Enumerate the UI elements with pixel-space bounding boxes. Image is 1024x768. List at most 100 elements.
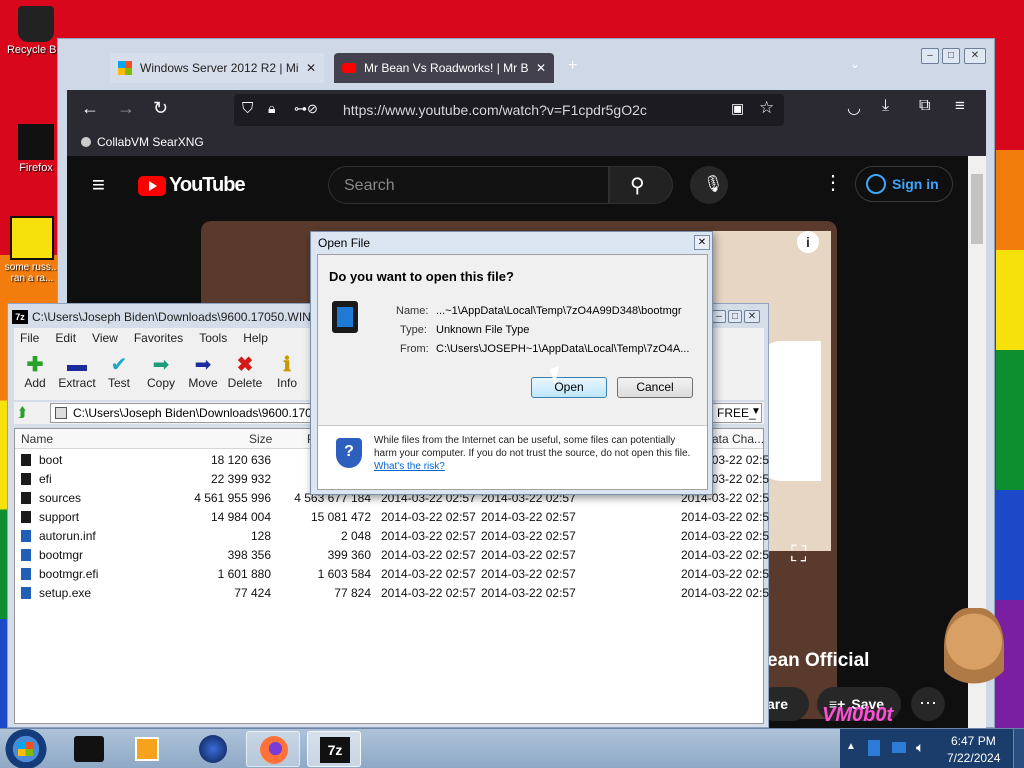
cell-size: 22 399 932 — [210, 472, 271, 486]
taskbar-browser-blue[interactable] — [186, 731, 240, 767]
toolbar-label: Move — [188, 376, 218, 390]
open-button[interactable]: Open — [531, 377, 607, 398]
more-actions-button[interactable]: ⋯ — [911, 687, 945, 721]
taskbar-7zip[interactable]: 7z — [307, 731, 361, 767]
network-tray-icon[interactable] — [868, 740, 880, 756]
dialog-close-button[interactable]: ✕ — [694, 235, 710, 250]
desktop-icon-file[interactable]: some russ... ran a ra... — [0, 216, 64, 284]
menu-favorites[interactable]: Favorites — [134, 331, 183, 345]
back-arrow-icon[interactable]: ← — [81, 98, 99, 119]
tab-list-chevron-icon[interactable]: ⌄ — [850, 57, 860, 71]
lock-icon[interactable]: 🔒︎ — [268, 100, 275, 117]
table-row[interactable]: bootmgr 398 356 399 360 2014-03-22 02:57 201… — [15, 546, 769, 565]
file-icon — [21, 587, 31, 599]
download-icon[interactable]: ⤓ — [882, 97, 889, 115]
menu-view[interactable]: View — [92, 331, 118, 345]
volume-tray-icon[interactable]: 🔈︎ — [916, 739, 924, 756]
minimize-button[interactable]: – — [921, 48, 939, 64]
tab-close-icon[interactable]: ✕ — [536, 61, 546, 75]
menu-edit[interactable]: Edit — [55, 331, 76, 345]
name-label: Name: — [396, 305, 429, 317]
add-button[interactable]: ✚ Add — [14, 348, 56, 400]
tab-mr-bean[interactable]: Mr Bean Vs Roadworks! | Mr Be ✕ — [334, 53, 554, 83]
channel-name[interactable]: ean Official — [767, 650, 869, 672]
cell-size: 18 120 636 — [210, 453, 271, 467]
dialog-body: Do you want to open this file? Name: ...… — [317, 254, 708, 490]
minus-icon: ▬ — [67, 354, 87, 376]
show-desktop-button[interactable] — [1013, 729, 1024, 768]
from-value: C:\Users\JOSEPH~1\AppData\Local\Temp\7zO… — [436, 343, 690, 355]
info-icon[interactable]: i — [797, 231, 819, 253]
url-text[interactable]: https://www.youtube.com/watch?v=F1cpdr5g… — [343, 102, 647, 118]
menu-file[interactable]: File — [20, 331, 39, 345]
youtube-search-button[interactable]: ⚲ — [609, 166, 673, 204]
sign-in-button[interactable]: Sign in — [855, 166, 953, 202]
table-row[interactable]: support 14 984 004 15 081 472 2014-03-22 02… — [15, 508, 769, 527]
info-button[interactable]: ℹ Info — [266, 348, 308, 400]
table-row[interactable]: autorun.inf 128 2 048 2014-03-22 02:57 2014-… — [15, 527, 769, 546]
cancel-button[interactable]: Cancel — [617, 377, 693, 398]
clock-date[interactable]: 7/22/2024 — [947, 751, 1000, 765]
fullscreen-icon[interactable]: ⛶ — [791, 541, 806, 567]
tab-windows-server[interactable]: Windows Server 2012 R2 | Micro ✕ — [110, 53, 324, 83]
cell-modified: 2014-03-22 02:57 — [381, 510, 476, 524]
tab-close-icon[interactable]: ✕ — [306, 61, 316, 75]
copy-button[interactable]: ➡ Copy — [140, 348, 182, 400]
youtube-search-box[interactable]: Search — [328, 166, 609, 204]
taskbar-server-manager[interactable] — [62, 731, 116, 767]
cell-created: 2014-03-22 02:5 — [681, 548, 770, 562]
delete-button[interactable]: ✖ Delete — [224, 348, 266, 400]
table-row[interactable]: setup.exe 77 424 77 824 2014-03-22 02:57 201… — [15, 584, 769, 603]
url-bar[interactable]: ⛉ 🔒︎ ⊶⊘ https://www.youtube.com/watch?v=… — [234, 94, 784, 126]
pocket-icon[interactable]: ◡ — [847, 98, 861, 118]
voice-search-button[interactable]: 🎙︎ — [690, 166, 728, 204]
column-header-name[interactable]: Name — [21, 432, 53, 446]
taskbar-firefox[interactable] — [246, 731, 300, 767]
show-hidden-icons-icon[interactable]: ▲ — [846, 741, 856, 752]
menu-tools[interactable]: Tools — [199, 331, 227, 345]
type-value: Unknown File Type — [436, 324, 530, 336]
menu-help[interactable]: Help — [243, 331, 268, 345]
permissions-icon[interactable]: ⊶⊘ — [294, 101, 318, 117]
maximize-button[interactable]: □ — [728, 310, 742, 323]
7zip-app-icon: 7z — [12, 310, 28, 324]
youtube-favicon-icon — [342, 63, 356, 73]
bookmark-star-icon[interactable]: ☆ — [759, 98, 774, 118]
shield-icon[interactable]: ⛉ — [242, 100, 253, 117]
extensions-icon[interactable]: ⧉ — [919, 97, 930, 115]
toolbar-label: Info — [276, 376, 297, 390]
action-center-tray-icon[interactable] — [892, 742, 906, 753]
risk-link[interactable]: What's the risk? — [374, 461, 445, 472]
hamburger-menu-icon[interactable]: ≡ — [92, 172, 105, 198]
cell-size: 77 424 — [234, 586, 271, 600]
move-button[interactable]: ➡ Move — [182, 348, 224, 400]
start-button[interactable] — [5, 729, 47, 768]
up-folder-icon[interactable]: ⮭ — [18, 404, 26, 421]
new-tab-button[interactable]: + — [568, 57, 577, 75]
cell-name: boot — [39, 453, 63, 467]
extract-button[interactable]: ▬ Extract — [56, 348, 98, 400]
forward-arrow-icon[interactable]: → — [117, 98, 135, 119]
minimize-button[interactable]: – — [712, 310, 726, 323]
maximize-button[interactable]: □ — [942, 48, 960, 64]
search-input[interactable]: Search — [344, 177, 395, 195]
youtube-play-logo-icon — [138, 175, 166, 196]
scrollbar-thumb[interactable] — [971, 174, 983, 244]
taskbar-media-player[interactable] — [120, 731, 174, 767]
close-button[interactable]: ✕ — [964, 48, 986, 64]
cell-name: bootmgr.efi — [39, 567, 99, 581]
x-icon: ✖ — [236, 354, 254, 376]
bookmark-item[interactable]: CollabVM SearXNG — [81, 135, 204, 149]
more-options-icon[interactable]: ⋮ — [823, 170, 843, 195]
youtube-logo[interactable]: YouTube — [138, 174, 246, 197]
clock-time[interactable]: 6:47 PM — [951, 734, 996, 748]
column-header-created[interactable]: ata Cha... — [712, 432, 764, 446]
reload-icon[interactable]: ↻ — [153, 98, 168, 119]
test-button[interactable]: ✔ Test — [98, 348, 140, 400]
reader-view-icon[interactable]: ▣ — [731, 100, 744, 117]
menu-hamburger-icon[interactable]: ≡ — [955, 96, 965, 116]
close-button[interactable]: ✕ — [744, 310, 760, 323]
dropdown-arrow-icon[interactable]: ▼ — [751, 406, 761, 417]
column-header-size[interactable]: Size — [249, 432, 272, 446]
table-row[interactable]: bootmgr.efi 1 601 880 1 603 584 2014-03-22 … — [15, 565, 769, 584]
